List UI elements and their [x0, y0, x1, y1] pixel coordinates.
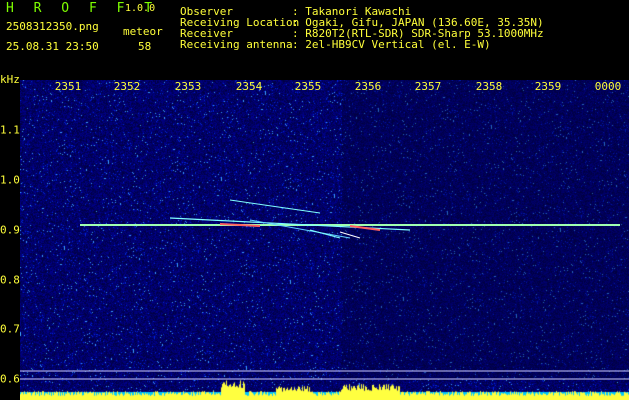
meteor-label: meteor — [123, 25, 163, 38]
x-tick-label: 2355 — [294, 80, 322, 93]
x-tick-label: 2353 — [174, 80, 202, 93]
x-tick-label: 2358 — [475, 80, 503, 93]
time-band — [342, 80, 629, 380]
level-meter — [20, 378, 629, 400]
app-version: 1.0.0 — [125, 3, 156, 14]
meteor-streak — [249, 219, 351, 239]
timestamp: 25.08.31 23:50 — [6, 40, 99, 53]
y-tick-label: 0.6 — [0, 372, 20, 386]
meteor-streak — [309, 229, 341, 239]
x-tick-label: 2352 — [113, 80, 141, 93]
x-tick-label: 0000 — [594, 80, 622, 93]
meteor-streak — [229, 199, 321, 214]
x-tick-label: 2354 — [235, 80, 263, 93]
y-tick-label: 1.0 — [0, 173, 20, 187]
x-tick-label: 2357 — [414, 80, 442, 93]
antenna-value: : 2el-HB9CV Vertical (el. E-W) — [292, 38, 491, 51]
x-tick-label: 2356 — [354, 80, 382, 93]
y-tick-label: 0.7 — [0, 322, 20, 336]
x-tick-label: 2351 — [54, 80, 82, 93]
y-tick-label: 0.8 — [0, 273, 20, 287]
antenna-label: Receiving antenna — [180, 38, 293, 51]
y-axis-unit: kHz — [0, 73, 20, 86]
y-tick-label: 0.9 — [0, 223, 20, 237]
meteor-count: 58 — [138, 40, 152, 53]
y-tick-label: 1.1 — [0, 123, 20, 137]
file-name: 2508312350.png — [6, 20, 99, 33]
spectrogram — [20, 80, 629, 400]
spectrogram-overlay — [20, 80, 629, 380]
x-tick-label: 2359 — [534, 80, 562, 93]
